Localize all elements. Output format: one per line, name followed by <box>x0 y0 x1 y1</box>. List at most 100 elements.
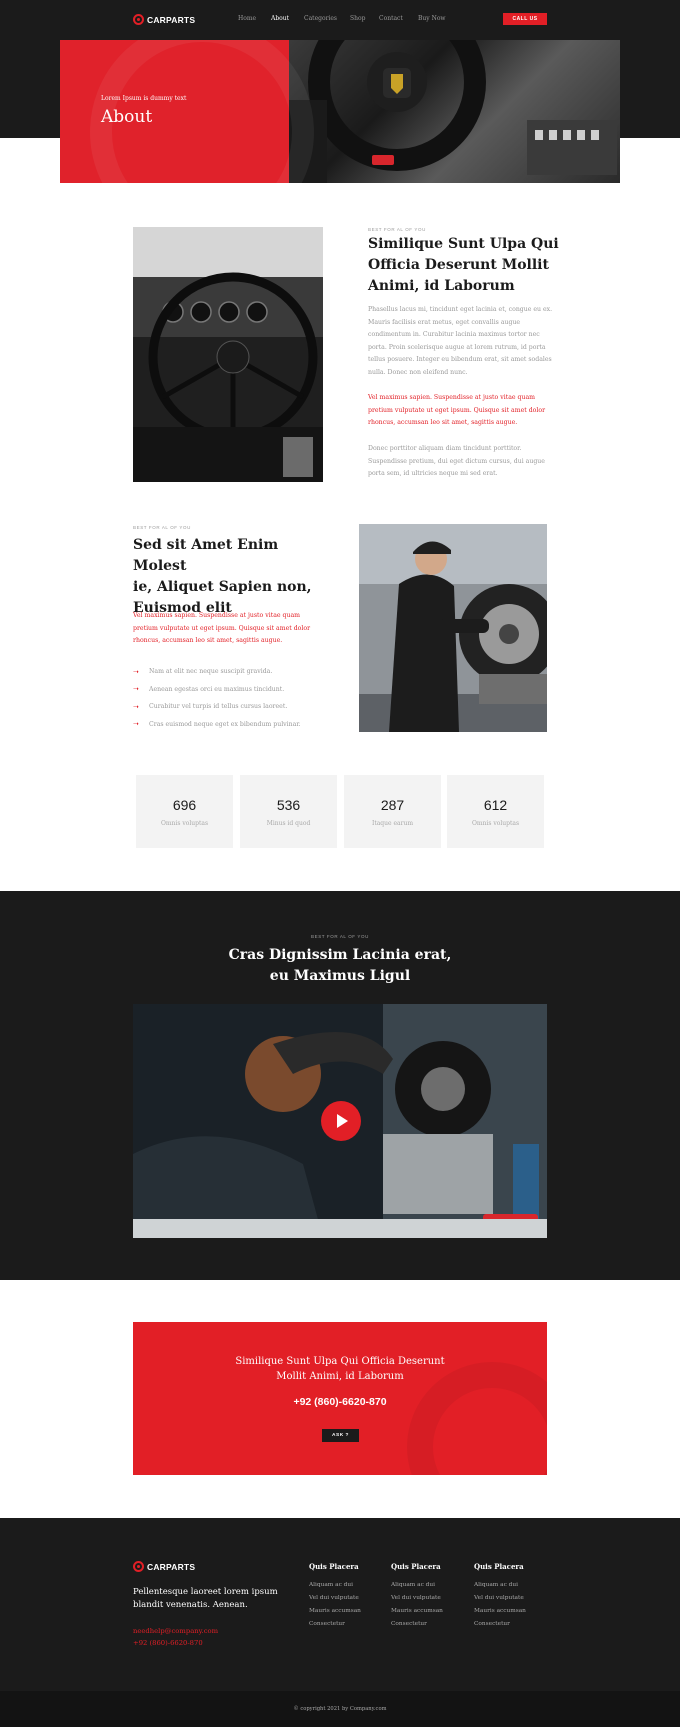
nav-categories[interactable]: Categories <box>304 15 337 22</box>
page-title: About <box>101 107 153 127</box>
section1-title-line1: Similique Sunt Ulpa Qui <box>368 236 559 252</box>
footer-link[interactable]: Aliquam ac dui <box>391 1582 471 1595</box>
footer-link[interactable]: Consectetur <box>391 1621 471 1634</box>
bullet-text: Aenean egestas orci eu maximus tincidunt… <box>149 685 285 693</box>
list-item: ➝ Aenean egestas orci eu maximus tincidun… <box>133 681 353 699</box>
ask-button[interactable]: ASK ? <box>322 1429 359 1442</box>
footer-link[interactable]: Vel dui vulputate <box>391 1595 471 1608</box>
footer-logo[interactable]: CARPARTS <box>133 1561 195 1572</box>
stat-value: 696 <box>172 796 197 813</box>
video-eyebrow: BEST FOR AL OF YOU <box>311 934 369 939</box>
section1-red-line2: pretium vulputate ut eget ipsum. Quisque… <box>368 406 546 414</box>
section1-p1-line6: nulla. Donec non eleifend nunc. <box>368 368 468 376</box>
call-us-button[interactable]: CALL US <box>503 13 547 25</box>
bullet-text: Nam at elit nec neque suscipit gravida. <box>149 668 273 676</box>
video-title-line2: eu Maximus Ligul <box>269 968 411 984</box>
arrow-right-icon: ➝ <box>133 702 139 711</box>
footer-desc-line1: Pellentesque laoreet lorem ipsum <box>133 1587 278 1597</box>
footer-link[interactable]: Vel dui vulputate <box>309 1595 389 1608</box>
nav-contact[interactable]: Contact <box>379 15 403 22</box>
main-nav: Home About Categories Shop Contact Buy N… <box>0 15 680 25</box>
footer-link[interactable]: Mauris accumsan <box>309 1608 389 1621</box>
section1-eyebrow: BEST FOR AL OF YOU <box>368 227 426 232</box>
section1-paragraph1: Phasellus lacus mi, tincidunt eget lacin… <box>368 304 568 379</box>
footer-description: Pellentesque laoreet lorem ipsum blandit… <box>133 1586 293 1612</box>
section1-p1-line2: Mauris facilisis erat metus, eget conval… <box>368 318 521 326</box>
footer-link[interactable]: Mauris accumsan <box>474 1608 554 1621</box>
section1-p1-line5: tellus posuere. Integer eu bibendum erat… <box>368 356 552 363</box>
bullet-text: Curabitur vel turpis id tellus cursus la… <box>149 703 288 711</box>
section2-title: Sed sit Amet Enim Molest ie, Aliquet Sap… <box>133 535 333 619</box>
footer-column-heading: Quis Placera <box>309 1562 359 1571</box>
stat-value: 536 <box>276 796 301 813</box>
nav-shop[interactable]: Shop <box>350 15 365 22</box>
footer-link[interactable]: Aliquam ac dui <box>309 1582 389 1595</box>
video-title-line1: Cras Dignissim Lacinia erat, <box>228 947 452 963</box>
section1-red-line1: Vel maximus sapien. Suspendisse at justo… <box>368 394 536 401</box>
stat-label: Omnis voluptas <box>471 819 520 827</box>
stat-card: 536 Minus id quod <box>240 775 337 848</box>
footer-link[interactable]: Mauris accumsan <box>391 1608 471 1621</box>
footer-brand-name: CARPARTS <box>147 1561 196 1572</box>
cta-banner: Similique Sunt Ulpa Qui Officia Deserunt… <box>133 1322 547 1475</box>
stat-card: 612 Omnis voluptas <box>447 775 544 848</box>
nav-buy-now[interactable]: Buy Now <box>418 15 446 22</box>
footer-column: Quis Placera Aliquam ac dui Vel dui vulp… <box>474 1562 554 1634</box>
section2-bullet-list: ➝ Nam at elit nec neque suscipit gravida.… <box>133 663 353 733</box>
arrow-right-icon: ➝ <box>133 685 139 694</box>
section1-title-line3: Animi, id Laborum <box>368 278 515 294</box>
mechanic-wheel-image <box>359 524 547 732</box>
footer-email[interactable]: needhelp@company.com <box>133 1626 218 1638</box>
section2-highlight: Vel maximus sapien. Suspendisse at justo… <box>133 610 333 648</box>
mechanic-image-art <box>359 524 547 732</box>
cta-phone[interactable]: +92 (860)-6620-870 <box>133 1396 547 1408</box>
section2-title-line2: ie, Aliquet Sapien non, <box>133 579 312 595</box>
footer-link[interactable]: Vel dui vulputate <box>474 1595 554 1608</box>
interior-dashboard-image <box>133 227 323 482</box>
stat-label: Minus id quod <box>266 819 311 827</box>
footer-link[interactable]: Consectetur <box>474 1621 554 1634</box>
stat-card: 696 Omnis voluptas <box>136 775 233 848</box>
footer-link[interactable]: Consectetur <box>309 1621 389 1634</box>
cta-title-line1: Similique Sunt Ulpa Qui Officia Deserunt <box>235 1356 445 1367</box>
section2-red-line2: pretium vulputate ut eget ipsum. Quisque… <box>133 624 311 632</box>
arrow-right-icon: ➝ <box>133 667 139 676</box>
play-button[interactable] <box>321 1101 361 1141</box>
stat-label: Omnis voluptas <box>160 819 209 827</box>
footer-column-heading: Quis Placera <box>474 1562 524 1571</box>
video-title: Cras Dignissim Lacinia erat, eu Maximus … <box>0 945 680 987</box>
arrow-right-icon: ➝ <box>133 720 139 729</box>
stat-value: 612 <box>483 796 508 813</box>
section2-eyebrow: BEST FOR AL OF YOU <box>133 525 191 530</box>
list-item: ➝ Cras euismod neque eget ex bibendum pul… <box>133 716 353 734</box>
footer-link[interactable]: Aliquam ac dui <box>474 1582 554 1595</box>
footer-desc-line2: blandit venenatis. Aenean. <box>133 1600 248 1610</box>
cta-title-line2: Mollit Animi, id Laborum <box>276 1371 404 1382</box>
section1-highlight: Vel maximus sapien. Suspendisse at justo… <box>368 392 568 430</box>
list-item: ➝ Curabitur vel turpis id tellus cursus l… <box>133 698 353 716</box>
interior-image-art <box>133 227 323 482</box>
stat-value: 287 <box>380 796 405 813</box>
section1-p2-line2: Suspendisse pretium, dui eget dictum cur… <box>368 457 545 465</box>
section1-p1-line3: condimentum in. Curabitur lacinia maximu… <box>368 331 540 338</box>
stat-label: Itaque earum <box>371 819 414 827</box>
hero-banner: Lorem Ipsum is dummy text About <box>60 40 620 183</box>
section2-red-line1: Vel maximus sapien. Suspendisse at justo… <box>133 612 301 619</box>
nav-about[interactable]: About <box>271 15 289 22</box>
section1-p1-line1: Phasellus lacus mi, tincidunt eget lacin… <box>368 306 553 313</box>
list-item: ➝ Nam at elit nec neque suscipit gravida. <box>133 663 353 681</box>
hero-red-panel <box>60 40 314 183</box>
section1-red-line3: rhoncus, accumsan leo sit amet, sagittis… <box>368 419 518 426</box>
play-icon <box>337 1114 348 1128</box>
steering-wheel-icon <box>133 1561 144 1572</box>
cta-title: Similique Sunt Ulpa Qui Officia Deserunt… <box>133 1354 547 1384</box>
section2-title-line1: Sed sit Amet Enim Molest <box>133 537 279 574</box>
footer-phone[interactable]: +92 (860)-6620-870 <box>133 1638 218 1650</box>
stat-card: 287 Itaque earum <box>344 775 441 848</box>
section1-title-line2: Officia Deserunt Mollit <box>368 257 549 273</box>
footer-contact: needhelp@company.com +92 (860)-6620-870 <box>133 1626 218 1649</box>
nav-home[interactable]: Home <box>238 15 256 22</box>
footer-column: Quis Placera Aliquam ac dui Vel dui vulp… <box>309 1562 389 1634</box>
section1-p2-line1: Donec porttitor aliquam diam tincidunt p… <box>368 445 522 452</box>
video-player[interactable] <box>133 1004 547 1238</box>
